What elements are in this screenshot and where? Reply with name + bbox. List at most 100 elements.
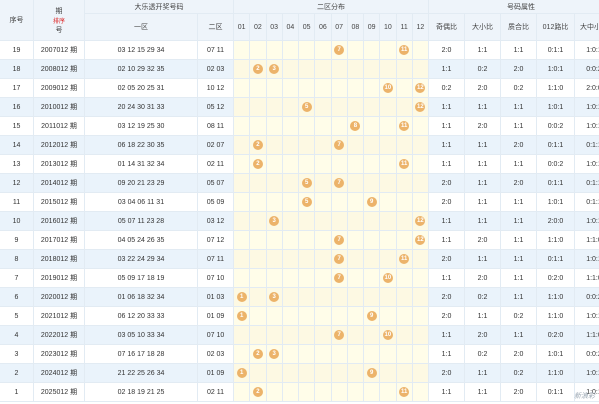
row-attr: 1:1	[465, 174, 501, 193]
row-back-numbers: 07 10	[198, 269, 234, 288]
row-attr: 2:0	[429, 41, 465, 60]
dist-ball: 5	[301, 102, 312, 112]
dist-cell	[364, 41, 381, 60]
dist-ball: 9	[366, 197, 377, 207]
dist-cell	[347, 307, 364, 326]
dist-cell	[266, 231, 283, 250]
dist-cell	[347, 231, 364, 250]
dist-cell	[299, 60, 316, 79]
row-attr: 1:0:1	[575, 41, 599, 60]
dist-cell: 12	[412, 79, 429, 98]
dist-cell	[380, 41, 397, 60]
row-back-numbers: 02 11	[198, 383, 234, 402]
dist-cell	[331, 98, 348, 117]
row-issue: 2018012 期	[34, 250, 85, 269]
dist-cell	[347, 98, 364, 117]
dist-cell	[234, 136, 251, 155]
header-num: 07	[331, 14, 348, 41]
dist-cell	[250, 79, 267, 98]
dist-cell	[250, 250, 267, 269]
row-attr: 0:2	[429, 79, 465, 98]
dist-cell	[412, 345, 429, 364]
row-back-numbers: 05 12	[198, 98, 234, 117]
dist-cell	[266, 41, 283, 60]
header-issue-bottom: 号	[55, 26, 63, 34]
dist-cell: 7	[331, 231, 348, 250]
row-back-numbers: 07 12	[198, 231, 234, 250]
dist-cell	[282, 345, 299, 364]
dist-cell: 9	[364, 307, 381, 326]
row-attr: 0:1:1	[537, 136, 575, 155]
dist-cell	[234, 231, 251, 250]
dist-cell	[331, 288, 348, 307]
dist-cell	[412, 174, 429, 193]
row-attr: 0:0:2	[575, 345, 599, 364]
dist-ball: 9	[366, 368, 377, 378]
row-issue: 2008012 期	[34, 60, 85, 79]
row-attr: 1:0:1	[537, 345, 575, 364]
row-attr: 1:1:0	[537, 79, 575, 98]
header-num: 01	[234, 14, 251, 41]
row-attr: 1:0:1	[575, 98, 599, 117]
dist-cell	[299, 41, 316, 60]
row-attr: 1:1	[465, 364, 501, 383]
row-attr: 1:1	[501, 98, 537, 117]
row-attr: 1:1	[465, 383, 501, 402]
watermark: 新浪彩	[574, 393, 595, 400]
header-issue[interactable]: 期 排序 号	[34, 0, 85, 41]
dist-cell: 7	[331, 250, 348, 269]
dist-cell	[396, 288, 413, 307]
header-num: 10	[380, 14, 397, 41]
dist-cell: 8	[347, 117, 364, 136]
dist-cell	[315, 269, 332, 288]
row-attr: 0:0:2	[537, 117, 575, 136]
row-seq: 4	[0, 326, 34, 345]
dist-cell	[347, 212, 364, 231]
dist-cell	[380, 117, 397, 136]
row-attr: 1:0:1	[575, 307, 599, 326]
dist-cell	[282, 231, 299, 250]
dist-cell	[380, 364, 397, 383]
dist-cell	[412, 326, 429, 345]
dist-cell	[315, 383, 332, 402]
row-attr: 1:1	[429, 136, 465, 155]
dist-cell	[347, 364, 364, 383]
dist-cell	[234, 117, 251, 136]
header-zone2: 二区	[198, 14, 234, 41]
dist-cell	[282, 250, 299, 269]
row-front-numbers: 03 12 19 25 30	[85, 117, 198, 136]
dist-ball: 10	[382, 83, 393, 93]
dist-ball: 9	[366, 311, 377, 321]
header-attr-title: 号码属性	[429, 0, 599, 14]
row-attr: 1:1	[465, 41, 501, 60]
dist-cell	[347, 155, 364, 174]
dist-cell	[250, 193, 267, 212]
dist-cell: 2	[250, 155, 267, 174]
dist-cell	[347, 288, 364, 307]
dist-cell	[412, 41, 429, 60]
row-attr: 1:1	[429, 326, 465, 345]
row-seq: 1	[0, 383, 34, 402]
dist-cell	[250, 269, 267, 288]
dist-cell	[315, 60, 332, 79]
row-attr: 2:0	[501, 60, 537, 79]
dist-cell	[347, 60, 364, 79]
dist-cell	[364, 250, 381, 269]
dist-cell	[396, 212, 413, 231]
dist-cell: 7	[331, 269, 348, 288]
row-attr: 2:0	[501, 136, 537, 155]
row-seq: 12	[0, 174, 34, 193]
dist-cell	[315, 212, 332, 231]
dist-ball: 12	[415, 83, 426, 93]
dist-ball: 12	[415, 235, 426, 245]
dist-cell	[266, 326, 283, 345]
header-zone1: 一区	[85, 14, 198, 41]
header-issue-top: 期	[55, 7, 63, 15]
dist-cell	[380, 345, 397, 364]
row-seq: 16	[0, 98, 34, 117]
issue-sort-control[interactable]: 排序	[53, 16, 65, 25]
dist-cell: 11	[396, 155, 413, 174]
dist-cell	[364, 212, 381, 231]
dist-cell	[234, 60, 251, 79]
dist-cell	[412, 60, 429, 79]
